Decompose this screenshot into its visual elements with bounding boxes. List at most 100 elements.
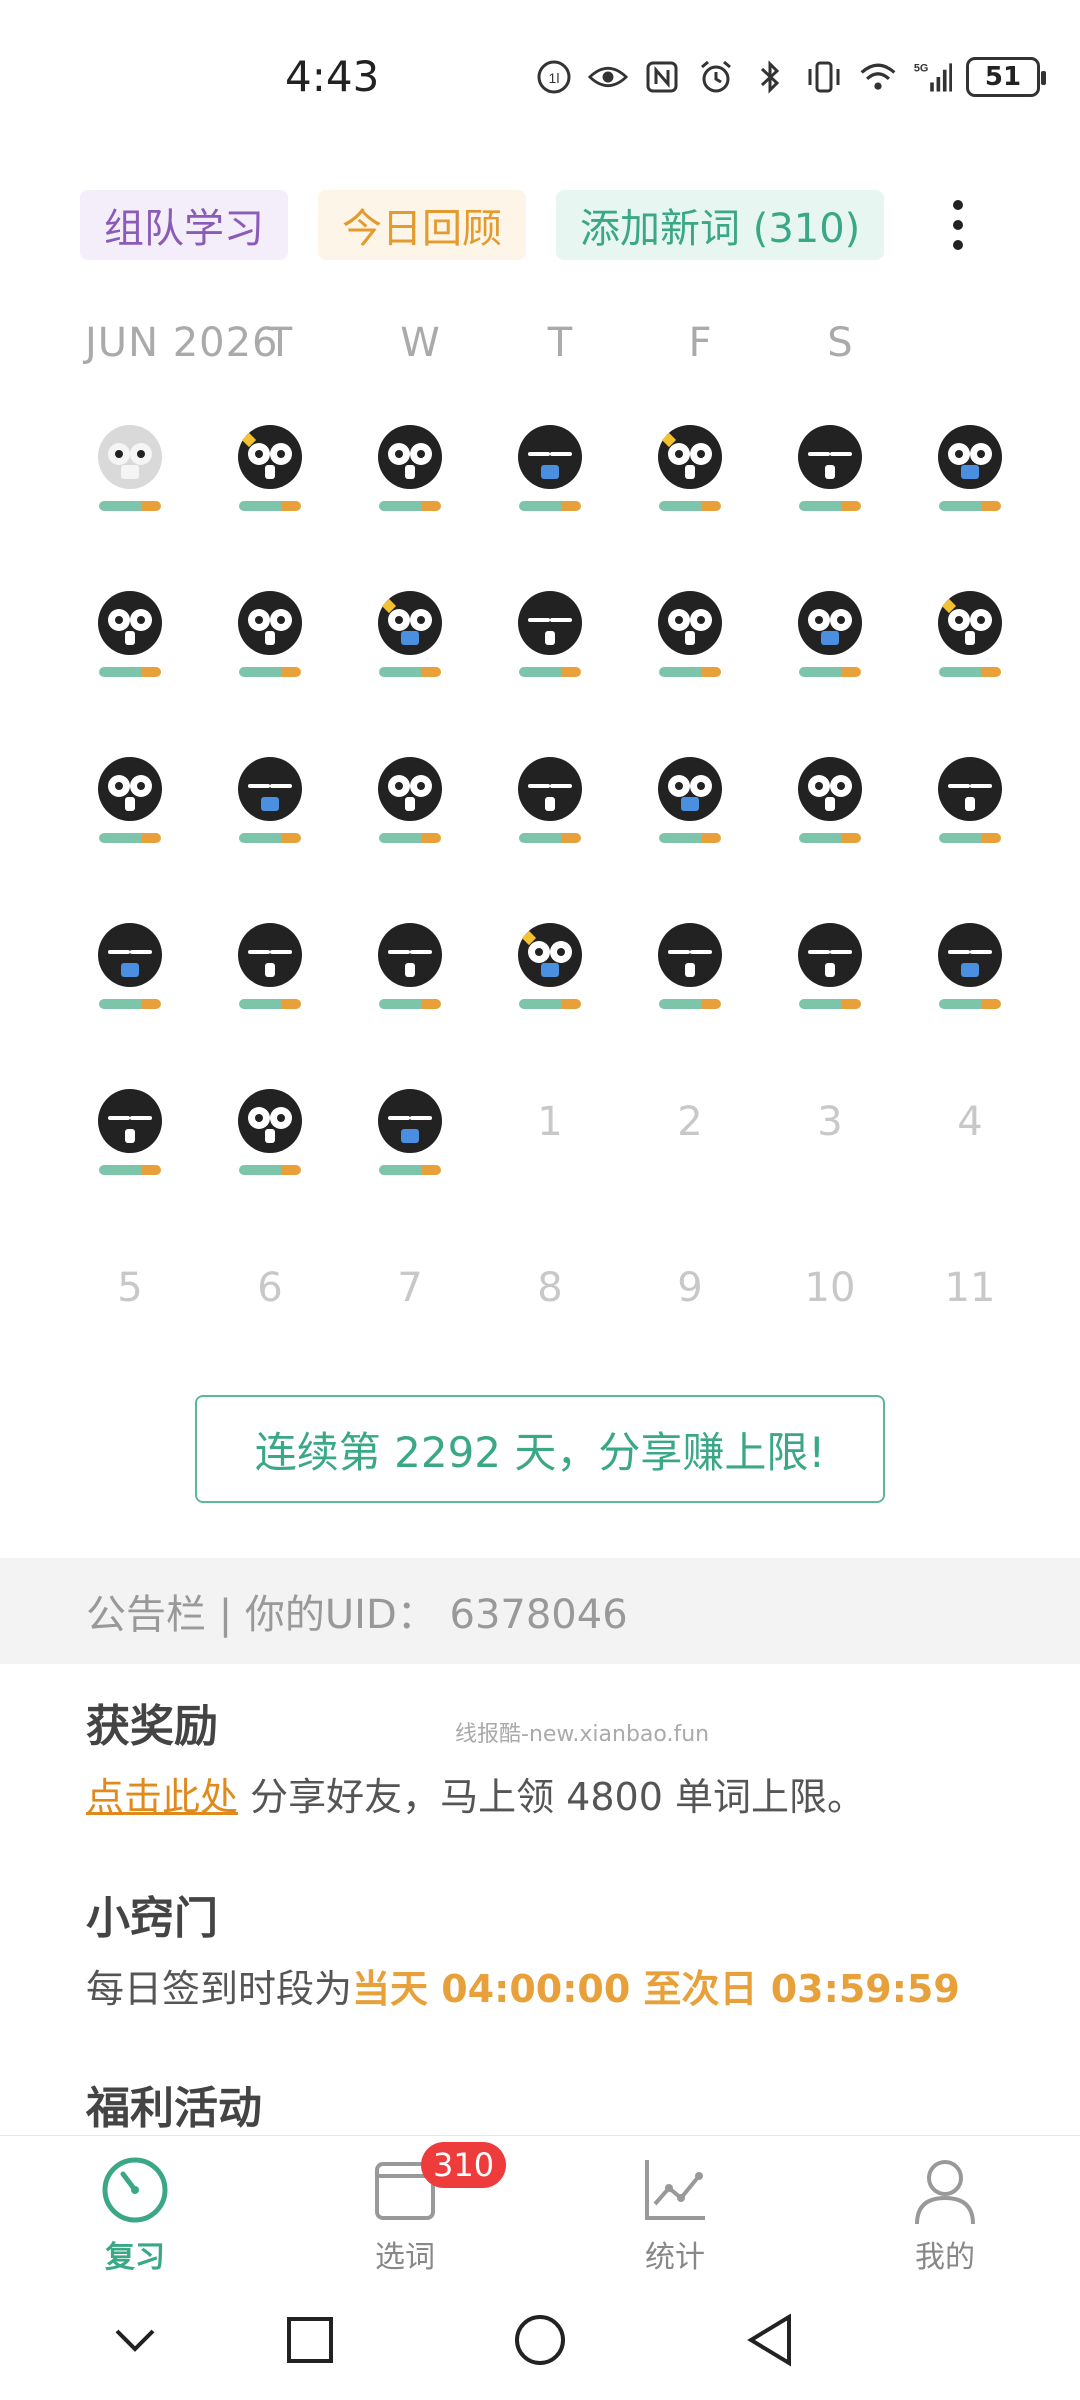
calendar-day[interactable] xyxy=(620,571,760,721)
day-progress-bar xyxy=(799,501,861,511)
chart-icon xyxy=(639,2154,711,2226)
streak-share-button[interactable]: 连续第 2292 天，分享赚上限! xyxy=(195,1395,885,1503)
vibrate-icon xyxy=(804,57,844,97)
day-progress-bar xyxy=(99,667,161,677)
owl-sleep-icon xyxy=(378,923,442,987)
owl-sleep-icon xyxy=(798,923,862,987)
calendar-day[interactable] xyxy=(760,405,900,555)
calendar-day[interactable]: 10 xyxy=(760,1235,900,1385)
calendar-day[interactable] xyxy=(200,571,340,721)
calendar-day[interactable] xyxy=(340,1069,480,1219)
calendar-day[interactable] xyxy=(620,737,760,887)
calendar-day[interactable] xyxy=(340,737,480,887)
calendar-day[interactable] xyxy=(340,903,480,1053)
day-progress-bar xyxy=(519,833,581,843)
owl-sleep-icon xyxy=(798,425,862,489)
calendar-day[interactable] xyxy=(760,737,900,887)
status-icons: 1l 5G 51 xyxy=(534,52,1046,102)
owl-icon xyxy=(938,425,1002,489)
calendar-day[interactable]: 6 xyxy=(200,1235,340,1385)
owl-icon xyxy=(378,425,442,489)
calendar-day[interactable] xyxy=(900,737,1040,887)
day-progress-bar xyxy=(239,501,301,511)
owl-faded-icon xyxy=(98,425,162,489)
recents-square-icon[interactable] xyxy=(275,2305,345,2375)
calendar-day[interactable] xyxy=(200,405,340,555)
calendar-day[interactable]: 5 xyxy=(60,1235,200,1385)
day-progress-bar xyxy=(99,1165,161,1175)
day-progress-bar xyxy=(659,833,721,843)
owl-sleep-icon xyxy=(518,425,582,489)
calendar-day[interactable] xyxy=(620,405,760,555)
calendar-day[interactable] xyxy=(200,903,340,1053)
tip-line: 每日签到时段为当天 04:00:00 至次日 03:59:59 xyxy=(86,1958,960,2013)
calendar-day[interactable] xyxy=(480,737,620,887)
calendar-day[interactable]: 1 xyxy=(480,1069,620,1219)
more-vertical-icon[interactable] xyxy=(940,190,976,260)
calendar-day[interactable] xyxy=(200,737,340,887)
calendar-day[interactable] xyxy=(340,405,480,555)
tab-badge: 310 xyxy=(421,2142,507,2188)
calendar-day[interactable] xyxy=(900,405,1040,555)
calendar-day[interactable] xyxy=(480,903,620,1053)
calendar-day[interactable] xyxy=(200,1069,340,1219)
calendar-day[interactable]: 8 xyxy=(480,1235,620,1385)
calendar-day[interactable] xyxy=(60,737,200,887)
chevron-down-icon[interactable] xyxy=(100,2305,170,2375)
weekday-label: T xyxy=(547,320,573,366)
calendar-day[interactable]: 4 xyxy=(900,1069,1040,1219)
calendar-day[interactable]: 3 xyxy=(760,1069,900,1219)
team-study-button[interactable]: 组队学习 xyxy=(80,190,288,260)
reward-link[interactable]: 点击此处 xyxy=(86,1775,238,1819)
calendar-day[interactable] xyxy=(620,903,760,1053)
day-progress-bar xyxy=(939,501,1001,511)
reward-text: 分享好友，马上领 4800 单词上限。 xyxy=(238,1775,865,1819)
calendar-day[interactable] xyxy=(60,1069,200,1219)
calendar-day[interactable] xyxy=(760,903,900,1053)
day-progress-bar xyxy=(939,667,1001,677)
calendar-day[interactable]: 2 xyxy=(620,1069,760,1219)
day-progress-bar xyxy=(379,999,441,1009)
day-progress-bar xyxy=(379,501,441,511)
calendar-day[interactable] xyxy=(760,571,900,721)
owl-sleep-icon xyxy=(518,757,582,821)
day-progress-bar xyxy=(379,667,441,677)
profile-icon xyxy=(909,2154,981,2226)
calendar-day[interactable]: 9 xyxy=(620,1235,760,1385)
owl-wink-icon xyxy=(658,425,722,489)
calendar-day[interactable] xyxy=(900,903,1040,1053)
owl-wink-icon xyxy=(378,591,442,655)
home-circle-icon[interactable] xyxy=(505,2305,575,2375)
calendar-day[interactable]: 7 xyxy=(340,1235,480,1385)
day-progress-bar xyxy=(799,667,861,677)
calendar-day[interactable] xyxy=(60,405,200,555)
signal-5g-icon: 5G xyxy=(912,57,952,97)
day-progress-bar xyxy=(239,999,301,1009)
tab-select-words[interactable]: 310 选词 xyxy=(325,2142,507,2286)
tab-stats[interactable]: 统计 xyxy=(595,2146,755,2286)
tab-review[interactable]: 复习 xyxy=(55,2146,215,2286)
back-triangle-icon[interactable] xyxy=(735,2305,805,2375)
day-progress-bar xyxy=(659,501,721,511)
calendar-day[interactable]: 11 xyxy=(900,1235,1040,1385)
calendar-day[interactable] xyxy=(900,571,1040,721)
day-progress-bar xyxy=(99,999,161,1009)
calendar-day[interactable] xyxy=(60,903,200,1053)
calendar-day[interactable] xyxy=(480,405,620,555)
add-words-button[interactable]: 添加新词 (310) xyxy=(556,190,885,260)
calendar-day[interactable] xyxy=(340,571,480,721)
owl-sleep-icon xyxy=(238,757,302,821)
reward-title: 获奖励 xyxy=(86,1701,218,1752)
owl-sleep-icon xyxy=(378,1089,442,1153)
calendar-header: JUN 2026 T W T F S xyxy=(60,320,1020,380)
owl-wink-icon xyxy=(238,425,302,489)
calendar-day-number: 11 xyxy=(944,1265,996,1311)
tip-prefix: 每日签到时段为 xyxy=(86,1967,353,2011)
calendar-day[interactable] xyxy=(480,571,620,721)
tip-title: 小窍门 xyxy=(86,1893,218,1944)
gauge-icon xyxy=(99,2154,171,2226)
tab-profile[interactable]: 我的 xyxy=(865,2146,1025,2286)
today-review-button[interactable]: 今日回顾 xyxy=(318,190,526,260)
calendar-day[interactable] xyxy=(60,571,200,721)
owl-sleep-icon xyxy=(98,1089,162,1153)
